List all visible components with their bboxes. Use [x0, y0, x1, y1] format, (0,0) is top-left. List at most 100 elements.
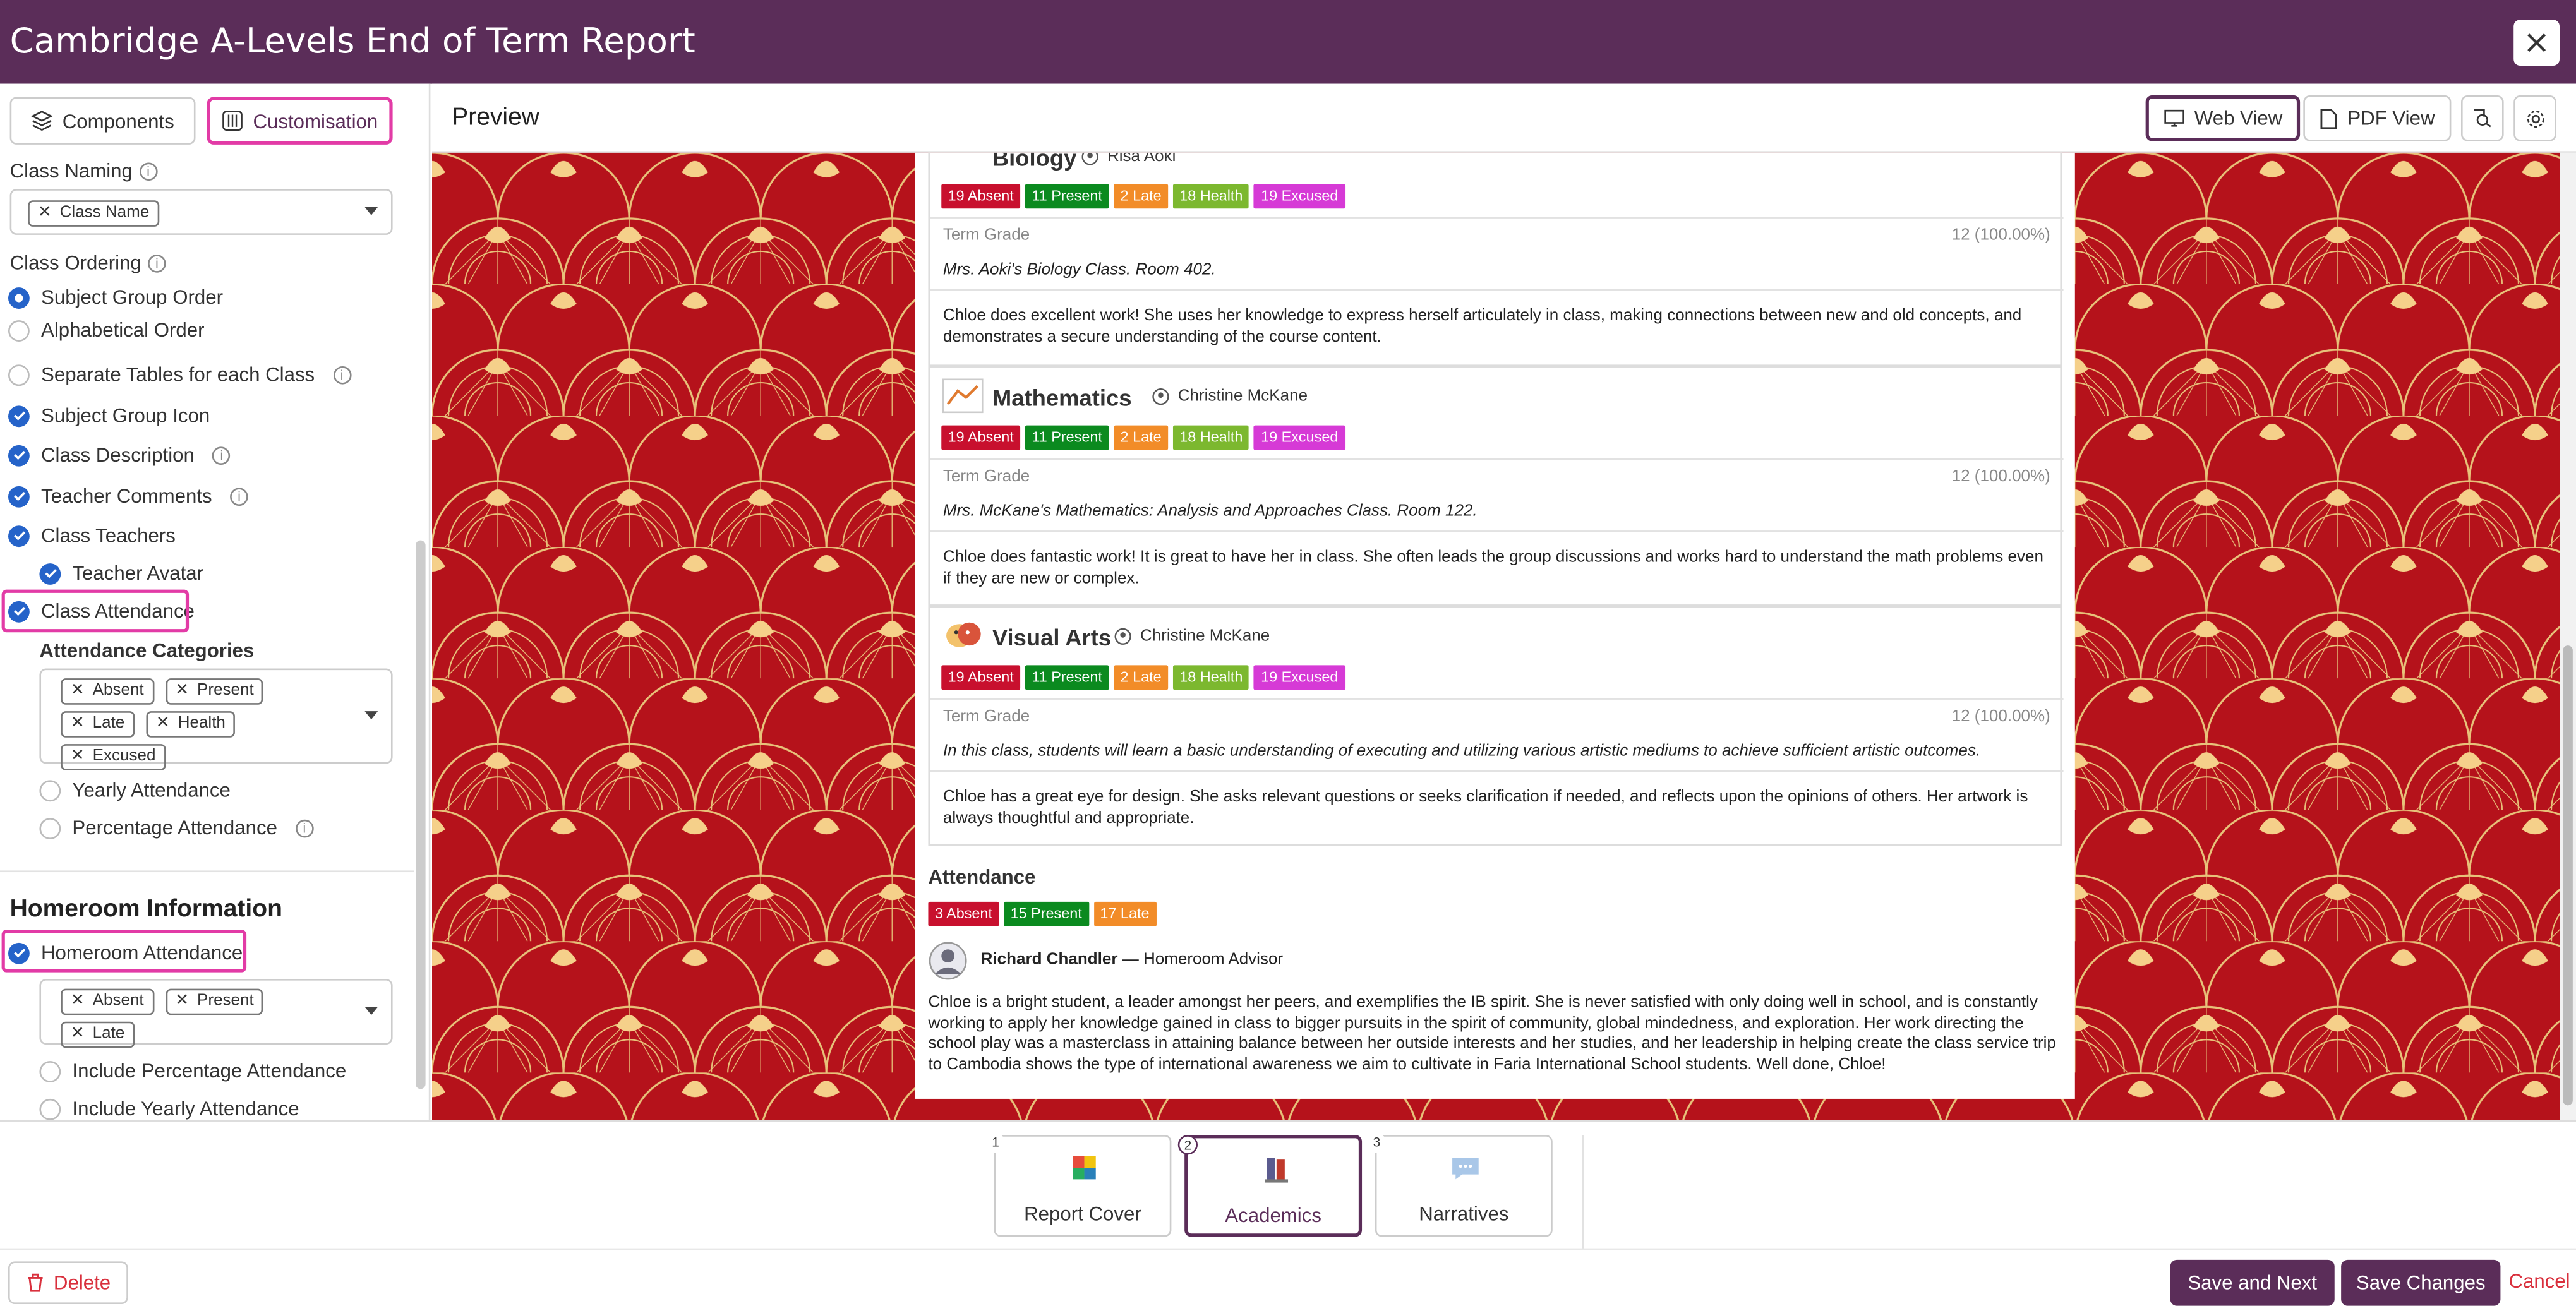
arts-subject-icon: [946, 622, 981, 647]
checkbox[interactable]: [39, 779, 61, 801]
user-icon: [1152, 388, 1169, 405]
option-include-yearly[interactable]: Include Yearly Attendance: [39, 1097, 299, 1120]
puzzle-icon: [1073, 1156, 1096, 1180]
homeroom-attendance-select[interactable]: ✕ Absent ✕ Present ✕ Late: [39, 979, 393, 1048]
close-button[interactable]: [2513, 20, 2560, 66]
chip-late[interactable]: ✕ Late: [61, 1021, 135, 1048]
chip-late[interactable]: ✕ Late: [61, 711, 135, 738]
step-label: Academics: [1225, 1204, 1321, 1227]
checkbox[interactable]: [8, 364, 30, 385]
attendance-badges: 19 Absent 11 Present 2 Late 18 Health 19…: [941, 425, 1345, 450]
gear-icon: [2526, 109, 2544, 127]
step-narratives[interactable]: 3 Narratives: [1366, 1133, 1553, 1237]
info-icon[interactable]: i: [139, 163, 157, 181]
check-icon: [13, 450, 25, 460]
sidebar: Components Customisation Class Naming i ✕…: [0, 83, 431, 1120]
class-description: In this class, students will learn a bas…: [942, 742, 1981, 761]
divider: [930, 458, 2064, 460]
class-naming-label: Class Naming i: [10, 159, 157, 183]
attendance-categories-label: Attendance Categories: [39, 638, 255, 662]
step-academics[interactable]: 2 Academics: [1177, 1135, 1363, 1237]
sliders-icon: [222, 111, 243, 131]
badge-present: 15 Present: [1004, 901, 1089, 926]
remove-icon: ✕: [70, 714, 85, 733]
step-number: 2: [1177, 1135, 1198, 1155]
option-yearly-attendance[interactable]: Yearly Attendance: [39, 779, 231, 801]
monitor-icon: [2164, 109, 2184, 127]
divider: [1582, 1135, 1584, 1250]
step-number: 1: [985, 1133, 1006, 1153]
radio-alphabetical-order[interactable]: Alphabetical Order: [8, 319, 205, 342]
teacher-comment: Chloe does fantastic work! It is great t…: [942, 548, 2043, 587]
delete-button[interactable]: Delete: [8, 1261, 128, 1305]
checkbox[interactable]: [39, 562, 61, 584]
info-icon[interactable]: i: [295, 818, 314, 837]
check-icon: [13, 531, 25, 541]
check-icon: [13, 411, 25, 421]
chip-absent[interactable]: ✕ Absent: [61, 988, 154, 1015]
checkbox[interactable]: [8, 444, 30, 466]
preview-zoom-button[interactable]: [2460, 95, 2504, 141]
class-naming-select[interactable]: ✕ Class Name: [9, 189, 393, 235]
radio-unselected[interactable]: [8, 319, 30, 341]
attendance-heading: Attendance: [928, 865, 1036, 889]
settings-button[interactable]: [2513, 95, 2556, 141]
chip-health[interactable]: ✕ Health: [146, 711, 236, 738]
homeroom-heading: Homeroom Information: [9, 895, 282, 923]
chip-present[interactable]: ✕ Present: [165, 678, 264, 705]
remove-icon: ✕: [70, 747, 85, 765]
tab-customisation[interactable]: Customisation: [207, 97, 393, 145]
option-include-percentage[interactable]: Include Percentage Attendance: [39, 1060, 346, 1082]
checkbox[interactable]: [39, 1060, 61, 1082]
option-subject-group-icon[interactable]: Subject Group Icon: [8, 404, 210, 427]
save-changes-button[interactable]: Save Changes: [2341, 1259, 2501, 1306]
preview-scrollbar[interactable]: [2560, 152, 2576, 1120]
homeroom-attendance-badges: 3 Absent 15 Present 17 Late: [928, 901, 1156, 926]
remove-icon: ✕: [175, 681, 190, 700]
checkbox[interactable]: [8, 405, 30, 426]
info-icon[interactable]: i: [212, 446, 231, 464]
checkbox[interactable]: [39, 1098, 61, 1120]
chip-class-name[interactable]: ✕ Class Name: [28, 200, 159, 227]
preview-scrollbar-thumb[interactable]: [2563, 645, 2573, 1106]
chip-present[interactable]: ✕ Present: [165, 988, 264, 1015]
step-label: Report Cover: [1024, 1202, 1141, 1226]
pdf-view-button[interactable]: PDF View: [2303, 95, 2452, 141]
divider: [930, 698, 2064, 700]
save-and-next-button[interactable]: Save and Next: [2170, 1259, 2335, 1306]
option-separate-tables[interactable]: Separate Tables for each Class i: [8, 363, 351, 386]
step-number: 3: [1366, 1133, 1387, 1153]
attendance-categories-select[interactable]: ✕ Absent ✕ Present ✕ Late ✕ Health ✕ Excused: [39, 668, 393, 770]
step-report-cover[interactable]: 1 Report Cover: [985, 1133, 1172, 1237]
option-teacher-avatar[interactable]: Teacher Avatar: [39, 561, 203, 585]
class-teacher: Christine McKane: [1114, 628, 1270, 645]
badge-late: 2 Late: [1114, 184, 1169, 209]
chip-absent[interactable]: ✕ Absent: [61, 678, 154, 705]
remove-icon: ✕: [70, 991, 85, 1010]
step-label: Narratives: [1419, 1202, 1509, 1226]
cancel-link[interactable]: Cancel: [2508, 1269, 2570, 1292]
tab-components[interactable]: Components: [9, 97, 196, 145]
checkbox[interactable]: [39, 817, 61, 839]
preview-title: Preview: [452, 103, 539, 132]
class-name: Mathematics: [992, 384, 1132, 411]
chip-excused[interactable]: ✕ Excused: [61, 744, 166, 770]
option-class-description[interactable]: Class Description i: [8, 443, 231, 467]
badge-excused: 19 Excused: [1254, 425, 1345, 450]
info-icon[interactable]: i: [332, 365, 351, 384]
sidebar-scrollbar[interactable]: [416, 540, 426, 1089]
term-grade-row: Term Grade 12 (100.00%): [942, 468, 2050, 486]
trash-icon: [27, 1273, 42, 1292]
option-percentage-attendance[interactable]: Percentage Attendance i: [39, 817, 314, 839]
radio-subject-group-order[interactable]: Subject Group Order: [8, 286, 223, 309]
info-icon[interactable]: i: [148, 255, 166, 273]
checkbox[interactable]: [8, 485, 30, 507]
option-teacher-comments[interactable]: Teacher Comments i: [8, 484, 248, 508]
info-icon[interactable]: i: [230, 487, 248, 505]
divider: [930, 530, 2064, 532]
checkbox[interactable]: [8, 524, 30, 546]
option-class-teachers[interactable]: Class Teachers: [8, 524, 176, 547]
check-icon: [44, 569, 56, 578]
web-view-button[interactable]: Web View: [2145, 95, 2301, 141]
radio-selected[interactable]: [8, 286, 30, 308]
